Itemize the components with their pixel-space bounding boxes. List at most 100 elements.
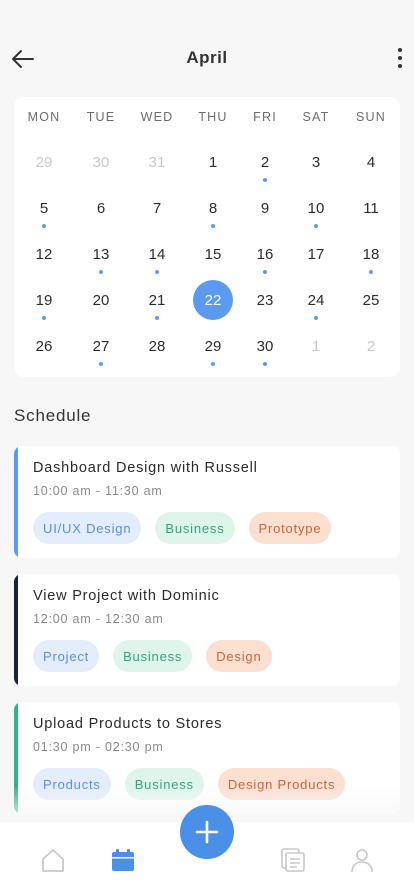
calendar-day[interactable]: 20 [81, 280, 121, 320]
calendar-day[interactable]: 1 [193, 142, 233, 182]
calendar-day[interactable]: 31 [137, 142, 177, 182]
tab-profile[interactable] [348, 846, 376, 874]
tag-chip[interactable]: Business [113, 640, 193, 672]
calendar-day[interactable]: 7 [137, 188, 177, 228]
calendar-day[interactable]: 4 [351, 142, 391, 182]
calendar-day[interactable]: 29 [193, 326, 233, 366]
day-number: 23 [256, 291, 274, 309]
day-number: 17 [307, 245, 325, 263]
day-number: 5 [39, 199, 49, 217]
add-event-button[interactable] [180, 805, 234, 859]
event-title: View Project with Dominic [33, 588, 220, 604]
tag-chip[interactable]: Prototype [248, 512, 332, 544]
calendar-day[interactable]: 28 [137, 326, 177, 366]
day-number: 15 [204, 245, 222, 263]
more-dot [398, 64, 402, 68]
day-number: 18 [362, 245, 380, 263]
calendar-day[interactable]: 24 [296, 280, 336, 320]
plus-icon [195, 820, 219, 844]
event-indicator-dot [211, 224, 215, 228]
event-title: Upload Products to Stores [33, 716, 223, 732]
calendar-day[interactable]: 19 [24, 280, 64, 320]
calendar-day[interactable]: 1 [296, 326, 336, 366]
day-number: 21 [148, 291, 166, 309]
day-number: 1 [208, 153, 218, 171]
card-accent-bar [14, 574, 18, 686]
event-tags: Project Business Design [33, 640, 272, 672]
calendar-day[interactable]: 11 [351, 188, 391, 228]
selected-day[interactable]: 22 [193, 280, 233, 320]
calendar-day[interactable]: 14 [137, 234, 177, 274]
event-indicator-dot [369, 270, 373, 274]
tab-documents[interactable] [279, 846, 307, 874]
calendar-day[interactable]: 2 [245, 142, 285, 182]
tag-chip[interactable]: Business [155, 512, 235, 544]
calendar-day[interactable]: 6 [81, 188, 121, 228]
calendar-day[interactable]: 16 [245, 234, 285, 274]
day-number: 6 [96, 199, 106, 217]
day-number: 11 [363, 199, 379, 217]
day-number: 10 [307, 199, 325, 217]
day-number: 7 [152, 199, 162, 217]
calendar-day[interactable]: 17 [296, 234, 336, 274]
calendar-day[interactable]: 12 [24, 234, 64, 274]
calendar-day[interactable]: 27 [81, 326, 121, 366]
weekday-header: MON TUE WED THU FRI SAT SUN [14, 110, 400, 126]
calendar-day[interactable]: 30 [81, 142, 121, 182]
tag-chip[interactable]: UI/UX Design [33, 512, 142, 544]
day-number: 8 [208, 199, 218, 217]
documents-icon [281, 848, 305, 872]
event-indicator-dot [155, 270, 159, 274]
day-number: 2 [366, 337, 376, 355]
calendar-day[interactable]: 23 [245, 280, 285, 320]
calendar-icon [112, 849, 134, 871]
calendar-day[interactable]: 10 [296, 188, 336, 228]
tab-home[interactable] [39, 846, 67, 874]
day-number: 12 [35, 245, 53, 263]
event-indicator-dot [263, 178, 267, 182]
event-indicator-dot [42, 224, 46, 228]
weekday-label: SAT [302, 110, 330, 124]
schedule-card[interactable]: Dashboard Design with Russell 10:00 am - … [14, 446, 400, 558]
tag-chip[interactable]: Project [33, 640, 100, 672]
calendar-day[interactable]: 5 [24, 188, 64, 228]
event-indicator-dot [263, 362, 267, 366]
calendar-day[interactable]: 9 [245, 188, 285, 228]
calendar-day[interactable]: 2 [351, 326, 391, 366]
calendar-day[interactable]: 29 [24, 142, 64, 182]
calendar-day[interactable]: 25 [351, 280, 391, 320]
weekday-label: TUE [86, 110, 116, 124]
event-indicator-dot [314, 224, 318, 228]
event-title: Dashboard Design with Russell [33, 460, 258, 476]
event-time: 12:00 am - 12:30 am [33, 612, 164, 626]
day-number: 25 [362, 291, 380, 309]
more-options-button[interactable] [392, 44, 408, 72]
calendar-day[interactable]: 18 [351, 234, 391, 274]
calendar-day[interactable]: 15 [193, 234, 233, 274]
day-number: 31 [148, 153, 166, 171]
day-number: 14 [148, 245, 166, 263]
profile-icon [351, 849, 373, 873]
event-indicator-dot [99, 362, 103, 366]
day-number: 29 [35, 153, 53, 171]
event-indicator-dot [42, 316, 46, 320]
calendar: MON TUE WED THU FRI SAT SUN 29 30 31 1 2 3 4 5 6 7 8 9 10 1… [14, 97, 400, 377]
schedule-title: Schedule [14, 406, 92, 425]
tag-chip[interactable]: Design [206, 640, 272, 672]
schedule-card[interactable]: View Project with Dominic 12:00 am - 12:3… [14, 574, 400, 686]
tab-calendar[interactable] [109, 846, 137, 874]
calendar-day[interactable]: 3 [296, 142, 336, 182]
day-number: 16 [256, 245, 274, 263]
calendar-day[interactable]: 30 [245, 326, 285, 366]
calendar-day[interactable]: 13 [81, 234, 121, 274]
calendar-day[interactable]: 21 [137, 280, 177, 320]
weekday-label: THU [198, 110, 228, 124]
calendar-day[interactable]: 8 [193, 188, 233, 228]
weekday-label: WED [140, 110, 174, 124]
day-number: 24 [307, 291, 325, 309]
card-accent-bar [14, 446, 18, 558]
day-number: 19 [35, 291, 53, 309]
event-time: 10:00 am - 11:30 am [33, 484, 163, 498]
day-number: 3 [311, 153, 321, 171]
calendar-day[interactable]: 26 [24, 326, 64, 366]
